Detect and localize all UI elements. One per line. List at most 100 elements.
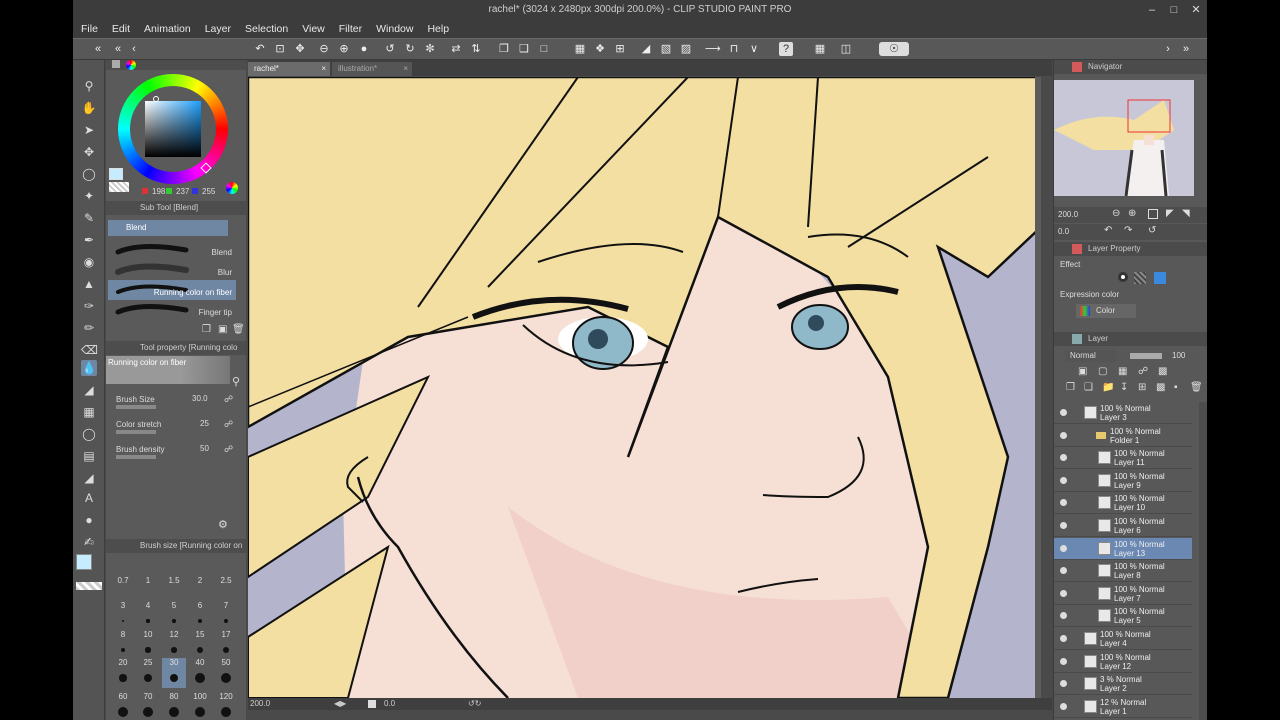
navigator-angle[interactable]: 0.0 <box>1058 227 1069 236</box>
maximize-icon[interactable]: □ <box>1167 3 1181 17</box>
rotate-left-icon[interactable]: ↶ <box>1104 225 1112 236</box>
redo-icon[interactable]: ↻ <box>403 42 417 56</box>
menu-selection[interactable]: Selection <box>245 23 288 35</box>
visibility-eye-icon[interactable] <box>1060 409 1067 416</box>
color-wheel[interactable] <box>118 74 228 184</box>
brush-size-cell[interactable]: 80 <box>162 692 186 720</box>
undo-icon[interactable]: ↺ <box>383 42 397 56</box>
settings-icon[interactable]: ⚙ <box>218 518 228 531</box>
new-vector-layer-icon[interactable]: ❑ <box>1084 382 1093 393</box>
canvas-scrollbar[interactable] <box>1035 77 1041 698</box>
opacity-slider[interactable] <box>1130 353 1162 359</box>
brush-size-cell[interactable]: 25 <box>136 658 160 688</box>
text-tool-icon[interactable]: A <box>81 490 97 506</box>
new-raster-layer-icon[interactable]: ❐ <box>1066 382 1075 393</box>
flip-vertical-icon[interactable]: ⇅ <box>469 42 483 56</box>
color-picker-handle[interactable] <box>153 96 159 102</box>
navigator-preview[interactable] <box>1054 80 1194 196</box>
fit-view-icon[interactable] <box>368 700 376 708</box>
layer-row[interactable]: 100 % Normal Layer 8 <box>1054 560 1192 583</box>
color-wheel-tab-icon[interactable] <box>126 60 136 70</box>
clip-icon[interactable]: ▢ <box>1098 366 1107 377</box>
brush-size-cell[interactable]: 17 <box>214 630 238 660</box>
balloon-tool-icon[interactable]: ● <box>81 512 97 528</box>
menu-layer[interactable]: Layer <box>205 23 231 35</box>
blend-mode-select[interactable]: Normal <box>1066 350 1116 362</box>
perspective-icon[interactable]: ▨ <box>679 42 693 56</box>
snap-icon[interactable]: ▧ <box>659 42 673 56</box>
collapse-right-icon[interactable]: » <box>1179 42 1193 56</box>
delete-layer-icon[interactable]: 🗑 <box>1190 382 1203 393</box>
pencil-tool-icon[interactable]: ✏ <box>81 320 97 336</box>
layer-row[interactable]: 12 % Normal Layer 1 <box>1054 696 1192 718</box>
brush-size-cell[interactable]: 6 <box>188 601 212 631</box>
property-brush-density[interactable]: Brush density 50 ☍ <box>116 444 236 459</box>
property-color-stretch[interactable]: Color stretch 25 ☍ <box>116 419 236 434</box>
operation-tool-icon[interactable]: ➤ <box>81 122 97 138</box>
main-color-chip[interactable] <box>109 168 123 180</box>
layer-row[interactable]: 100 % Normal Layer 9 <box>1054 470 1192 492</box>
lasso-tool-icon[interactable]: ◯ <box>81 166 97 182</box>
drawing-canvas[interactable] <box>248 77 1041 698</box>
zoom-out-icon[interactable]: ⊖ <box>1112 208 1120 219</box>
navigator-zoom[interactable]: 200.0 <box>1058 210 1078 219</box>
ruler-tool-icon[interactable]: ◢ <box>81 470 97 486</box>
menu-view[interactable]: View <box>302 23 325 35</box>
layer-move-tool-icon[interactable]: ✥ <box>81 144 97 160</box>
layer-scrollbar[interactable] <box>1199 402 1207 720</box>
menu-animation[interactable]: Animation <box>144 23 191 35</box>
chevron-right-icon[interactable]: › <box>1161 42 1175 56</box>
collapse-left-icon[interactable]: « <box>91 42 105 56</box>
brush-size-cell[interactable]: 70 <box>136 692 160 720</box>
layer-row[interactable]: 100 % Normal Folder 1 <box>1054 425 1192 447</box>
correct-line-tool-icon[interactable]: ✍ <box>81 534 97 550</box>
hue-handle[interactable] <box>200 162 212 174</box>
blend-tool-icon[interactable]: 💧 <box>81 360 97 376</box>
transform-icon[interactable]: ✥ <box>293 42 307 56</box>
property-slider[interactable] <box>116 455 156 459</box>
move-tool-icon[interactable]: ✋ <box>81 100 97 116</box>
property-slider[interactable] <box>116 405 156 409</box>
transparent-chip[interactable] <box>109 182 129 192</box>
visibility-eye-icon[interactable] <box>1060 522 1067 529</box>
fit-icon[interactable]: ● <box>357 42 371 56</box>
mask-add-icon[interactable]: ▩ <box>1156 382 1165 393</box>
menu-file[interactable]: File <box>81 23 98 35</box>
brush-size-cell[interactable]: 4 <box>136 601 160 631</box>
minimize-icon[interactable]: – <box>1145 3 1159 17</box>
close-icon[interactable]: ✕ <box>1189 3 1203 17</box>
collapse-left-icon[interactable]: « <box>111 42 125 56</box>
visibility-eye-icon[interactable] <box>1060 635 1067 642</box>
opacity-value[interactable]: 100 <box>1172 351 1185 360</box>
merge-icon[interactable]: ⊞ <box>1138 382 1146 393</box>
brush-size-cell[interactable]: 1.5 <box>162 570 186 600</box>
lock-icon[interactable]: ☍ <box>224 419 233 430</box>
visibility-eye-icon[interactable] <box>1060 431 1067 439</box>
snap-ruler-icon[interactable]: ⟶ <box>705 42 721 56</box>
brush-tool-icon[interactable]: ✑ <box>81 298 97 314</box>
close-tab-icon[interactable]: × <box>321 62 326 76</box>
color-square[interactable] <box>145 101 201 157</box>
color-wheel-small-icon[interactable] <box>226 182 238 194</box>
layer-row[interactable]: 100 % Normal Layer 4 <box>1054 628 1192 650</box>
layer-row[interactable]: 100 % Normal Layer 13 <box>1054 537 1192 560</box>
visibility-eye-icon[interactable] <box>1060 454 1067 462</box>
close-tab-icon[interactable]: × <box>403 62 408 76</box>
rotate-view-icon[interactable]: ↺↻ <box>468 698 481 710</box>
visibility-eye-icon[interactable] <box>1060 499 1067 507</box>
decoration-tool-icon[interactable]: ◉ <box>81 254 97 270</box>
brush-size-cell[interactable]: 100 <box>188 692 212 720</box>
sub-tool-item[interactable]: Blur <box>108 260 236 280</box>
zoom-slider-icon[interactable]: ◀▶ <box>334 698 346 710</box>
pen-tool-icon[interactable]: ✒ <box>81 232 97 248</box>
brush-size-cell[interactable]: 8 <box>111 630 135 660</box>
paste-icon[interactable]: ❑ <box>517 42 531 56</box>
menu-window[interactable]: Window <box>376 23 413 35</box>
clip-studio-icon[interactable]: ☉ <box>879 42 909 56</box>
brush-size-cell[interactable]: 10 <box>136 630 160 660</box>
menu-edit[interactable]: Edit <box>112 23 130 35</box>
brush-size-cell[interactable]: 0.7 <box>111 570 135 600</box>
sub-tool-item[interactable]: Blend <box>108 240 236 260</box>
airbrush-tool-icon[interactable]: ▲ <box>81 276 97 292</box>
tone-effect-icon[interactable] <box>1134 272 1146 284</box>
